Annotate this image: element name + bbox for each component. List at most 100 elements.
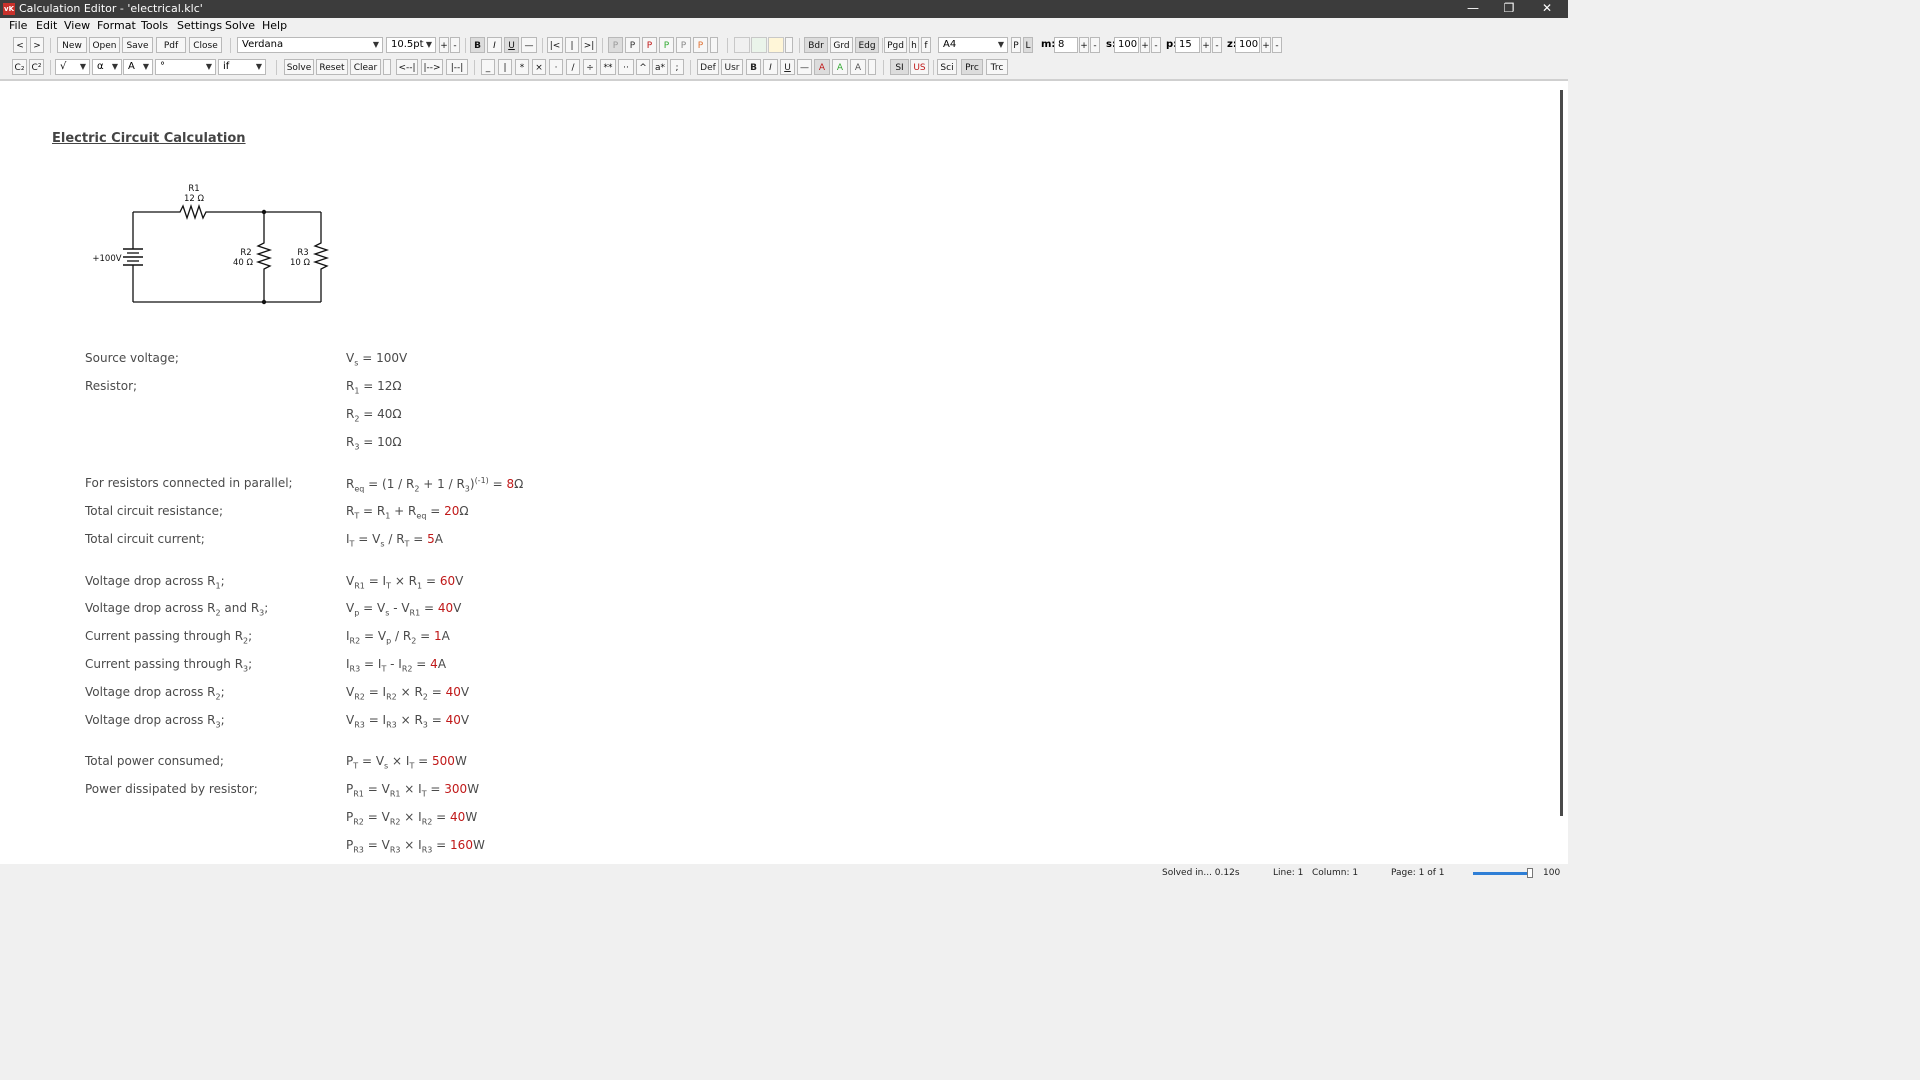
edge-toggle-button[interactable]: Edg (855, 37, 879, 53)
background-swatch-2[interactable] (751, 37, 767, 53)
font-size-increase-button[interactable]: + (439, 37, 449, 53)
menu-solve[interactable]: Solve (225, 19, 255, 32)
padding-input[interactable]: 15 (1175, 37, 1200, 53)
outdent-button[interactable]: <--| (396, 59, 418, 75)
maximize-button[interactable]: ❐ (1491, 0, 1527, 18)
op-divide-button[interactable]: ÷ (583, 59, 597, 75)
paragraph-style-2-button[interactable]: P (625, 37, 640, 53)
new-button[interactable]: New (57, 37, 87, 53)
paragraph-style-6-button[interactable]: P (693, 37, 708, 53)
landscape-button[interactable]: L (1023, 37, 1033, 53)
condition-select[interactable]: if ▼ (218, 59, 266, 75)
document-area[interactable]: Electric Circuit Calculation R1 12 Ω R2 … (0, 80, 1568, 865)
menu-settings[interactable]: Settings (177, 19, 222, 32)
background-swatch-3[interactable] (768, 37, 784, 53)
pdf-button[interactable]: Pdf (156, 37, 186, 53)
header-button[interactable]: h (909, 37, 919, 53)
save-button[interactable]: Save (122, 37, 153, 53)
zoom-increase-button[interactable]: + (1261, 37, 1271, 53)
us-units-button[interactable]: US (910, 59, 929, 75)
precision-button[interactable]: Prc (961, 59, 983, 75)
solve-button[interactable]: Solve (284, 59, 314, 75)
paragraph-style-4-button[interactable]: P (659, 37, 674, 53)
minimize-button[interactable]: — (1455, 0, 1491, 18)
back-button[interactable]: < (13, 37, 27, 53)
op-conjugate-button[interactable]: a* (652, 59, 668, 75)
paragraph-style-5-button[interactable]: P (676, 37, 691, 53)
op-dots-button[interactable]: ·· (618, 59, 634, 75)
scientific-button[interactable]: Sci (937, 59, 957, 75)
portrait-button[interactable]: P (1011, 37, 1021, 53)
op-power-button[interactable]: ** (600, 59, 616, 75)
zoom-input[interactable]: 100 (1235, 37, 1260, 53)
math-symbol-select[interactable]: √ ▼ (55, 59, 90, 75)
background-swatch-more[interactable] (785, 37, 793, 53)
footer-button[interactable]: f (921, 37, 931, 53)
background-swatch-1[interactable] (734, 37, 750, 53)
superscript-button[interactable]: C² (29, 59, 44, 75)
open-button[interactable]: Open (89, 37, 120, 53)
paper-size-select[interactable]: A4 ▼ (938, 37, 1008, 53)
padding-decrease-button[interactable]: - (1212, 37, 1222, 53)
menu-view[interactable]: View (64, 19, 90, 32)
result-color-green-button[interactable]: A (832, 59, 848, 75)
subscript-button[interactable]: C₂ (12, 59, 27, 75)
margin-input[interactable]: 8 (1054, 37, 1078, 53)
solve-more-button[interactable] (383, 59, 391, 75)
italic-button[interactable]: I (487, 37, 502, 53)
op-bar-button[interactable]: | (498, 59, 512, 75)
align-center-button[interactable]: | (565, 37, 579, 53)
margin-increase-button[interactable]: + (1079, 37, 1089, 53)
indent-button[interactable]: |--> (421, 59, 443, 75)
spacing-decrease-button[interactable]: - (1151, 37, 1161, 53)
op-semicolon-button[interactable]: ; (670, 59, 684, 75)
spacing-increase-button[interactable]: + (1140, 37, 1150, 53)
op-caret-button[interactable]: ^ (636, 59, 650, 75)
align-right-button[interactable]: >| (581, 37, 597, 53)
unit-symbol-select[interactable]: ° ▼ (155, 59, 216, 75)
clear-button[interactable]: Clear (350, 59, 381, 75)
border-toggle-button[interactable]: Bdr (804, 37, 828, 53)
menu-format[interactable]: Format (97, 19, 136, 32)
reset-button[interactable]: Reset (316, 59, 348, 75)
menu-file[interactable]: File (9, 19, 27, 32)
underline-button[interactable]: U (504, 37, 519, 53)
close-window-button[interactable]: ✕ (1529, 0, 1565, 18)
padding-increase-button[interactable]: + (1201, 37, 1211, 53)
font-size-decrease-button[interactable]: - (450, 37, 460, 53)
user-button[interactable]: Usr (721, 59, 743, 75)
paragraph-style-1-button[interactable]: P (608, 37, 623, 53)
menu-tools[interactable]: Tools (141, 19, 168, 32)
paragraph-style-more-button[interactable] (710, 37, 718, 53)
paragraph-style-3-button[interactable]: P (642, 37, 657, 53)
op-asterisk-button[interactable]: * (515, 59, 529, 75)
formula-strike-button[interactable]: — (797, 59, 812, 75)
forward-button[interactable]: > (30, 37, 44, 53)
spacing-input[interactable]: 100 (1114, 37, 1139, 53)
formula-bold-button[interactable]: B (746, 59, 761, 75)
margin-decrease-button[interactable]: - (1090, 37, 1100, 53)
formula-underline-button[interactable]: U (780, 59, 795, 75)
page-guide-button[interactable]: Pgd (884, 37, 907, 53)
bold-button[interactable]: B (470, 37, 485, 53)
font-size-select[interactable]: 10.5pt ▼ (386, 37, 436, 53)
op-underscore-button[interactable]: _ (481, 59, 495, 75)
define-button[interactable]: Def (697, 59, 719, 75)
op-slash-button[interactable]: / (566, 59, 580, 75)
indent-reset-button[interactable]: |--| (446, 59, 468, 75)
menu-edit[interactable]: Edit (36, 19, 57, 32)
vertical-scrollbar[interactable] (1560, 90, 1563, 816)
op-dot-button[interactable]: · (549, 59, 563, 75)
result-color-more-button[interactable] (868, 59, 876, 75)
letter-select[interactable]: A ▼ (123, 59, 153, 75)
zoom-slider-track[interactable] (1473, 872, 1530, 875)
zoom-slider-thumb[interactable] (1527, 868, 1533, 878)
zoom-decrease-button[interactable]: - (1272, 37, 1282, 53)
align-left-button[interactable]: |< (547, 37, 563, 53)
grid-toggle-button[interactable]: Grd (830, 37, 853, 53)
result-color-red-button[interactable]: A (814, 59, 830, 75)
greek-select[interactable]: α ▼ (92, 59, 122, 75)
font-select[interactable]: Verdana ▼ (237, 37, 383, 53)
truncate-button[interactable]: Trc (986, 59, 1008, 75)
close-button[interactable]: Close (189, 37, 222, 53)
